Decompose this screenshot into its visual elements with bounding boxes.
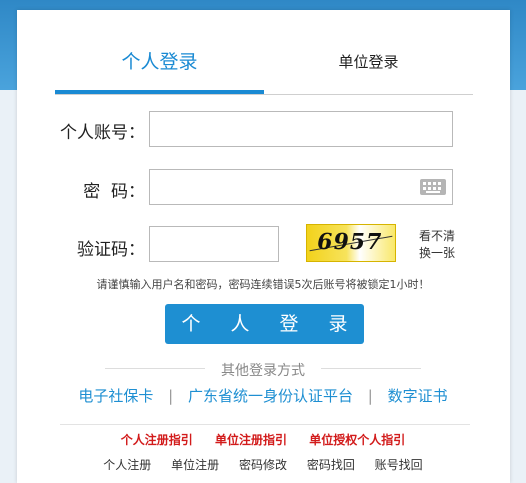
unit-authorize-personal-guide-link[interactable]: 单位授权个人指引 — [300, 433, 414, 447]
password-input[interactable] — [149, 169, 453, 205]
tab-unit-label: 单位登录 — [338, 53, 399, 71]
login-tabs: 个人登录 单位登录 — [55, 48, 473, 95]
account-label: 个人账号： — [60, 123, 145, 143]
section-divider — [60, 424, 470, 425]
unit-register-link[interactable]: 单位注册 — [163, 458, 227, 472]
other-login-title: 其他登录方式 — [221, 363, 305, 379]
password-change-link[interactable]: 密码修改 — [231, 458, 295, 472]
lockout-warning: 请谨慎输入用户名和密码，密码连续错误5次后账号将被锁定1小时！ — [96, 278, 430, 291]
tab-personal-label: 个人登录 — [121, 51, 198, 73]
captcha-input[interactable] — [149, 226, 279, 262]
tab-unit-login[interactable]: 单位登录 — [264, 48, 473, 92]
link-separator: | — [168, 387, 174, 405]
link-separator: | — [367, 387, 373, 405]
other-login-divider-right — [321, 368, 421, 369]
captcha-image-text: 6957 — [314, 229, 385, 255]
captcha-image[interactable]: 6957 — [306, 224, 396, 262]
personal-login-button[interactable]: 个 人 登 录 — [165, 304, 364, 344]
password-recover-link[interactable]: 密码找回 — [299, 458, 363, 472]
captcha-label: 验证码： — [77, 240, 145, 260]
account-input[interactable] — [149, 111, 453, 147]
tab-personal-login[interactable]: 个人登录 — [55, 48, 264, 94]
password-label: 密 码： — [83, 182, 145, 202]
personal-register-link[interactable]: 个人注册 — [95, 458, 159, 472]
active-tab-indicator — [55, 90, 264, 94]
unit-registration-guide-link[interactable]: 单位注册指引 — [206, 433, 296, 447]
ecard-login-link[interactable]: 电子社保卡 — [78, 387, 153, 405]
gd-identity-login-link[interactable]: 广东省统一身份认证平台 — [188, 387, 353, 405]
account-recover-link[interactable]: 账号找回 — [367, 458, 431, 472]
digital-cert-login-link[interactable]: 数字证书 — [388, 387, 448, 405]
keyboard-icon[interactable] — [420, 179, 446, 195]
personal-registration-guide-link[interactable]: 个人注册指引 — [112, 433, 202, 447]
alt-login-links: 电子社保卡 | 广东省统一身份认证平台 | 数字证书 — [0, 385, 526, 406]
captcha-refresh-link[interactable]: 看不清换一张 — [416, 228, 458, 262]
account-service-links: 个人注册 单位注册 密码修改 密码找回 账号找回 — [0, 456, 526, 473]
registration-guides: 个人注册指引 单位注册指引 单位授权个人指引 — [0, 431, 526, 448]
